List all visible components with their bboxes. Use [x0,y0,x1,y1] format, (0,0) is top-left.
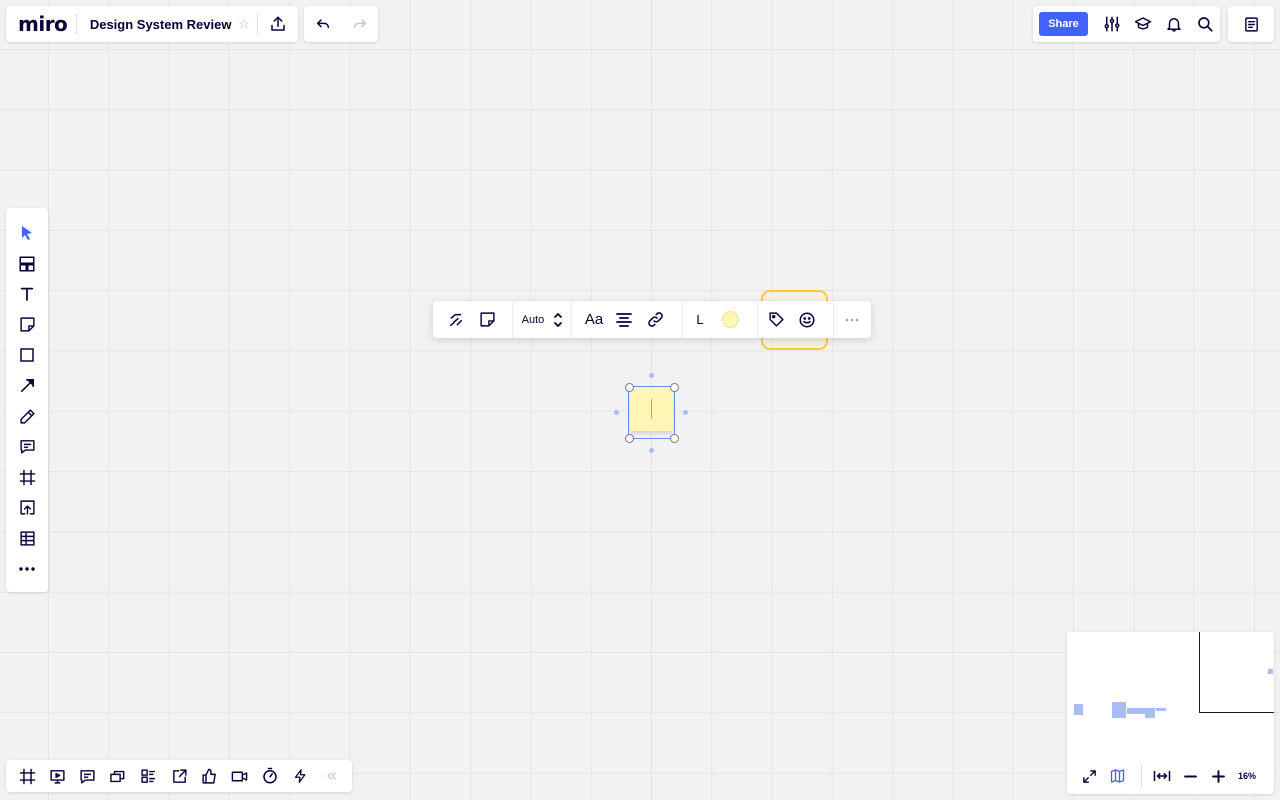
text-align-icon[interactable] [616,301,632,338]
font-size-button[interactable]: L [683,301,717,338]
timer-icon[interactable] [255,760,285,792]
settings-sliders-icon[interactable] [1096,6,1127,42]
resize-handle-top-left[interactable] [624,382,634,392]
connector-point-top[interactable] [649,373,654,378]
comment-icon[interactable] [6,432,48,463]
zoom-out-icon[interactable] [1176,758,1204,794]
frames-icon[interactable] [12,760,42,792]
board-title[interactable]: Design System Review [77,17,232,32]
connection-line-icon[interactable] [6,371,48,402]
fullscreen-icon[interactable] [1075,758,1103,794]
miro-logo[interactable]: miro [6,12,76,36]
frame-icon[interactable] [6,462,48,493]
color-swatch [721,311,739,328]
table-icon[interactable] [6,523,48,554]
minimap-object [1074,704,1083,715]
presentation-icon[interactable] [42,760,72,792]
resize-handle-bottom-right[interactable] [669,433,679,443]
connector-point-bottom[interactable] [649,448,654,453]
undo-redo-panel [304,6,378,42]
selection-frame [628,386,675,439]
minimap-object [1127,708,1145,714]
undo-icon[interactable] [304,6,341,42]
emoji-reaction-icon[interactable] [795,301,819,338]
tag-icon[interactable] [758,301,795,338]
resize-handle-top-right[interactable] [669,382,679,392]
search-icon[interactable] [1189,6,1220,42]
resize-handle-bottom-left[interactable] [624,433,634,443]
star-icon[interactable]: ☆ [231,6,256,42]
font-button[interactable]: Aa [572,301,616,338]
fit-to-screen-icon[interactable] [1148,758,1176,794]
link-icon[interactable] [632,301,678,338]
color-picker-button[interactable] [717,301,743,338]
collapse-toolbar-icon[interactable] [316,760,346,792]
share-screen-icon[interactable] [164,760,194,792]
size-mode-label[interactable]: Auto [513,301,545,338]
shape-icon[interactable] [6,340,48,371]
creation-toolbar [6,208,48,592]
minimap-map-icon[interactable] [1103,758,1131,794]
comments-icon[interactable] [73,760,103,792]
divider [1141,766,1142,786]
collaboration-toolbar [6,760,352,792]
notification-bell-icon[interactable] [1158,6,1189,42]
text-tool-icon[interactable] [6,279,48,310]
select-cursor-icon[interactable] [6,218,48,249]
connector-point-right[interactable] [683,410,688,415]
learning-cap-icon[interactable] [1127,6,1158,42]
sticky-shape-icon[interactable] [474,301,500,338]
minimap-canvas[interactable] [1067,632,1274,758]
minimap-viewport[interactable] [1199,632,1274,713]
zoom-in-icon[interactable] [1204,758,1232,794]
activity-bolt-icon[interactable] [286,760,316,792]
notes-icon[interactable] [1228,6,1274,42]
board-header: miro Design System Review ☆ [6,6,298,42]
minimap-controls: 16% [1067,758,1274,794]
kanban-icon[interactable] [134,760,164,792]
more-options-icon[interactable] [834,301,870,338]
upload-icon[interactable] [258,6,299,42]
upload-file-icon[interactable] [6,493,48,524]
share-button[interactable]: Share [1039,12,1088,36]
zoom-level[interactable]: 16% [1232,771,1256,781]
connector-point-left[interactable] [614,410,619,415]
collaboration-panel: Share [1033,6,1220,42]
more-tools-icon[interactable] [6,554,48,585]
minimap-object [1112,702,1126,718]
switch-type-icon[interactable] [437,301,474,338]
minimap-object [1268,669,1273,674]
pen-icon[interactable] [6,401,48,432]
templates-icon[interactable] [6,249,48,280]
size-stepper-icon[interactable] [545,301,571,338]
cards-icon[interactable] [103,760,133,792]
minimap-object [1156,708,1166,711]
sticky-note-icon[interactable] [6,310,48,341]
voting-icon[interactable] [194,760,224,792]
redo-icon[interactable] [341,6,378,42]
video-chat-icon[interactable] [225,760,255,792]
minimap-object [1145,708,1155,718]
context-toolbar: Auto Aa L [433,301,871,338]
minimap-panel: 16% [1067,632,1274,794]
